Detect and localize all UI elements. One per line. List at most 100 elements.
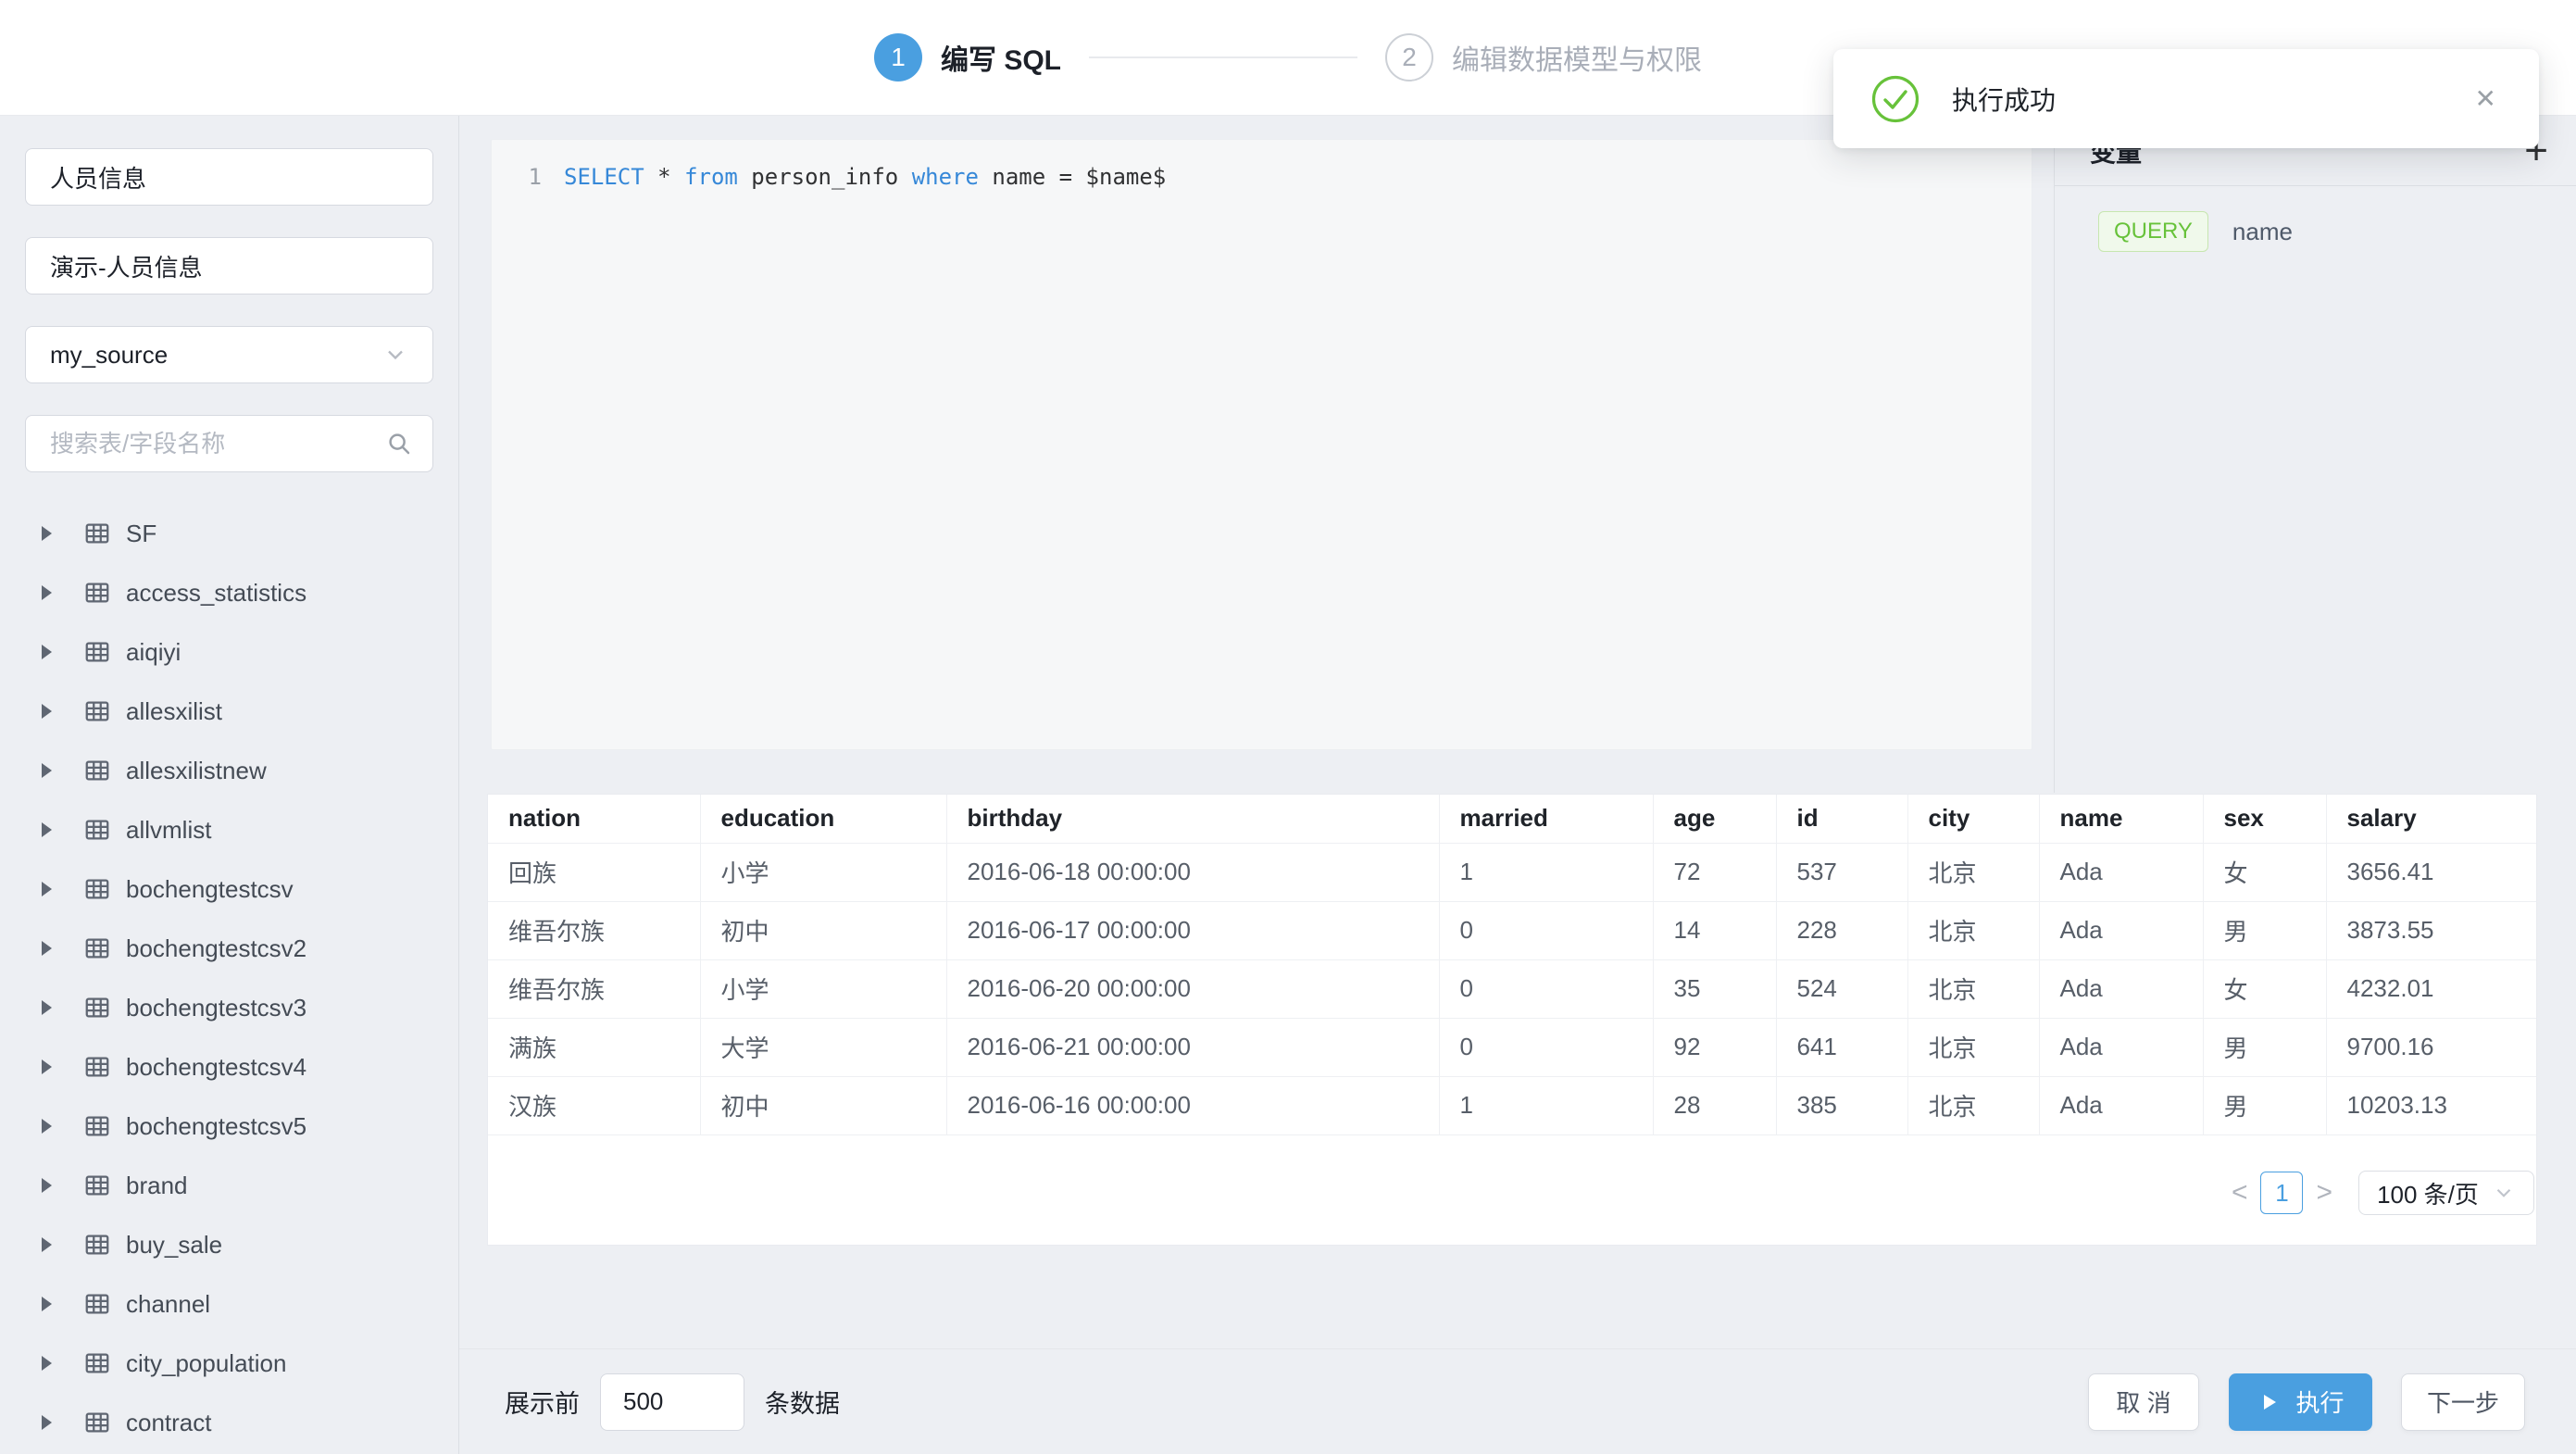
table-cell: 537 [1776,843,1907,901]
table-tree-item[interactable]: bochengtestcsv4 [25,1037,433,1097]
datasource-select[interactable]: my_source [25,326,433,383]
column-header-married: married [1439,795,1653,843]
table-name: access_statistics [126,579,306,608]
cancel-button[interactable]: 取 消 [2088,1373,2199,1431]
table-tree: SF access_statistics aiqiyi [25,504,433,1452]
table-tree-item[interactable]: allvmlist [25,800,433,859]
table-cell: 0 [1439,959,1653,1018]
table-name: allesxilistnew [126,757,267,785]
table-header-row: nationeducationbirthdaymarriedageidcityn… [488,795,2536,843]
caret-right-icon[interactable] [42,822,52,837]
table-name: bochengtestcsv4 [126,1053,306,1082]
caret-right-icon[interactable] [42,1178,52,1193]
next-step-button[interactable]: 下一步 [2401,1373,2525,1431]
table-name: aiqiyi [126,638,181,667]
close-icon[interactable]: ✕ [2470,78,2502,119]
table-row[interactable]: 汉族初中2016-06-16 00:00:00128385北京Ada男10203… [488,1076,2536,1134]
table-cell: 男 [2203,901,2326,959]
play-icon [2257,1390,2281,1414]
sql-token-keyword: where [912,164,979,190]
table-row[interactable]: 维吾尔族初中2016-06-17 00:00:00014228北京Ada男387… [488,901,2536,959]
table-cell: 28 [1653,1076,1776,1134]
chevron-down-icon [382,342,408,368]
table-tree-item[interactable]: bochengtestcsv2 [25,919,433,978]
table-icon [83,994,111,1022]
page-size-select[interactable]: 100 条/页 [2358,1171,2534,1215]
step-2-edit-model: 2 编辑数据模型与权限 [1385,33,1702,81]
table-row[interactable]: 回族小学2016-06-18 00:00:00172537北京Ada女3656.… [488,843,2536,901]
table-name: bochengtestcsv [126,875,294,904]
table-icon [83,697,111,725]
stepper-connector [1089,56,1357,58]
table-cell: 汉族 [488,1076,700,1134]
table-name: allvmlist [126,816,211,845]
table-tree-item[interactable]: buy_sale [25,1215,433,1274]
table-row[interactable]: 维吾尔族小学2016-06-20 00:00:00035524北京Ada女423… [488,959,2536,1018]
caret-right-icon[interactable] [42,585,52,600]
limit-prefix-label: 展示前 [505,1384,580,1420]
column-header-salary: salary [2326,795,2536,843]
dataset-name-field[interactable] [25,148,433,206]
table-tree-item[interactable]: bochengtestcsv5 [25,1097,433,1156]
caret-right-icon[interactable] [42,645,52,659]
pagination: < 1 > 100 条/页 [488,1141,2536,1245]
table-cell: 1 [1439,1076,1653,1134]
table-cell: 2016-06-21 00:00:00 [946,1018,1439,1076]
table-cell: 维吾尔族 [488,901,700,959]
caret-right-icon[interactable] [42,882,52,896]
caret-right-icon[interactable] [42,1415,52,1430]
caret-right-icon[interactable] [42,1000,52,1015]
table-cell: 满族 [488,1018,700,1076]
caret-right-icon[interactable] [42,1297,52,1311]
dataset-sidebar: my_source SF access_stat [0,116,459,1454]
table-icon [83,934,111,962]
caret-right-icon[interactable] [42,526,52,541]
table-tree-item[interactable]: contract [25,1393,433,1452]
caret-right-icon[interactable] [42,1119,52,1134]
table-tree-item[interactable]: allesxilistnew [25,741,433,800]
variable-name: name [2232,218,2293,246]
caret-right-icon[interactable] [42,1237,52,1252]
table-cell: Ada [2039,959,2203,1018]
sql-code-line: 1 SELECT * from person_info where name =… [519,164,2032,190]
table-name: allesxilist [126,697,222,726]
table-tree-item[interactable]: SF [25,504,433,563]
table-icon [83,1231,111,1259]
table-icon [83,757,111,784]
table-tree-item[interactable]: access_statistics [25,563,433,622]
table-tree-item[interactable]: bochengtestcsv [25,859,433,919]
search-input[interactable] [25,415,433,472]
sql-editor[interactable]: 1 SELECT * from person_info where name =… [491,139,2032,750]
toast-message: 执行成功 [1952,81,2470,118]
next-page-icon[interactable]: > [2303,1177,2345,1209]
variable-item[interactable]: QUERY name [2098,211,2576,252]
table-row[interactable]: 满族大学2016-06-21 00:00:00092641北京Ada男9700.… [488,1018,2536,1076]
table-tree-item[interactable]: city_population [25,1334,433,1393]
table-icon [83,1349,111,1377]
table-cell: 回族 [488,843,700,901]
footer-bar: 展示前 条数据 取 消 执行 下一步 [459,1348,2576,1454]
table-icon [83,1409,111,1436]
caret-right-icon[interactable] [42,1059,52,1074]
current-page-button[interactable]: 1 [2260,1172,2303,1214]
run-button[interactable]: 执行 [2229,1373,2372,1431]
row-limit-group: 展示前 条数据 [505,1373,840,1431]
table-cell: Ada [2039,1076,2203,1134]
table-tree-item[interactable]: channel [25,1274,433,1334]
dataset-display-name-field[interactable] [25,237,433,295]
chevron-down-icon [2492,1181,2516,1205]
caret-right-icon[interactable] [42,704,52,719]
row-limit-input[interactable] [600,1373,744,1431]
table-name: SF [126,520,156,548]
table-tree-item[interactable]: allesxilist [25,682,433,741]
caret-right-icon[interactable] [42,941,52,956]
table-cell: 女 [2203,959,2326,1018]
table-tree-item[interactable]: aiqiyi [25,622,433,682]
caret-right-icon[interactable] [42,763,52,778]
prev-page-icon[interactable]: < [2219,1177,2261,1209]
table-cell: 小学 [700,959,946,1018]
table-tree-item[interactable]: bochengtestcsv3 [25,978,433,1037]
variables-list: QUERY name [2055,186,2576,252]
table-tree-item[interactable]: brand [25,1156,433,1215]
caret-right-icon[interactable] [42,1356,52,1371]
